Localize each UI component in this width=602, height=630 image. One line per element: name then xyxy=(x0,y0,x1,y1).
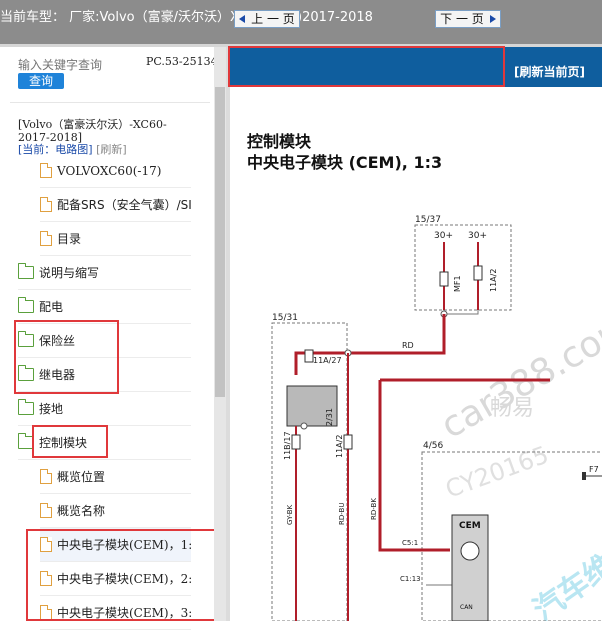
label-231: 2/31 xyxy=(325,408,334,426)
tree-item-srs[interactable]: 配备SRS（安全气囊）/SIPS xyxy=(40,188,191,222)
search-input[interactable] xyxy=(18,58,104,72)
arrow-left-icon xyxy=(239,15,246,23)
tree-item-overview-location[interactable]: 概览位置 xyxy=(40,460,191,494)
tree-item-abbreviations[interactable]: 说明与缩写 xyxy=(18,256,191,290)
tree-item-contents[interactable]: 目录 xyxy=(40,222,191,256)
arrow-right-icon xyxy=(489,15,496,23)
watermark-bottom: 汽车维修 xyxy=(527,530,602,621)
label-11a2-mid: 11A/2 xyxy=(335,435,344,458)
search-button[interactable]: 查询 xyxy=(18,73,64,89)
label-mf1: MF1 xyxy=(453,275,462,292)
folder-icon xyxy=(18,263,34,279)
document-icon xyxy=(40,231,52,246)
fuse-f7 xyxy=(582,472,586,480)
window-title: 当前车型： 厂家:Volvo（富豪/沃尔沃）XC60(New)2017-2018 xyxy=(0,10,373,25)
scrollbar-thumb[interactable] xyxy=(215,87,225,397)
label-rdbu: RD-BU xyxy=(338,503,346,525)
module-box-1531 xyxy=(271,322,348,621)
fuse-11a2-mid xyxy=(343,434,353,450)
highlight-fuses-relays xyxy=(14,320,119,394)
fuse-11b17 xyxy=(291,434,301,450)
sidebar-scrollbar[interactable] xyxy=(214,47,226,621)
fuse-mf1 xyxy=(439,271,449,287)
watermark-domain: car388.com xyxy=(434,305,602,447)
document-icon xyxy=(40,469,52,484)
highlight-cem-items xyxy=(26,529,224,621)
fuse-11a2-top xyxy=(473,265,483,281)
wiring-diagram: car388.com 畅易 CY20165 汽车维修 15/37 15/31 4… xyxy=(271,215,602,621)
refresh-page-link[interactable]: [刷新当前页] xyxy=(514,63,585,80)
tree-item-volvoxc60[interactable]: VOLVOXC60(-17) xyxy=(40,154,191,188)
diagram-title: 中央电子模块 (CEM), 1:3 xyxy=(247,153,443,172)
sidebar-divider xyxy=(10,102,210,103)
highlight-control-modules xyxy=(32,425,108,458)
wire-rdbk xyxy=(378,380,450,552)
document-icon xyxy=(40,197,52,212)
label-1531: 15/31 xyxy=(272,313,298,323)
folder-icon xyxy=(18,399,34,415)
node-relay xyxy=(300,422,308,430)
document-icon xyxy=(40,163,52,178)
transistor-icon xyxy=(460,541,480,561)
watermark-cn: 畅易 xyxy=(490,396,534,421)
label-gybk: GY-BK xyxy=(286,504,294,525)
prev-page-button[interactable]: 上 一 页 xyxy=(234,10,300,28)
label-1537: 15/37 xyxy=(415,215,441,225)
highlight-nav-buttons xyxy=(228,46,505,87)
fuse-box-1537 xyxy=(414,224,512,311)
label-can: CAN xyxy=(460,604,473,611)
label-cem: CEM xyxy=(459,521,481,531)
folder-icon xyxy=(18,297,34,313)
document-icon xyxy=(40,503,52,518)
label-f7: F7 xyxy=(589,465,599,474)
label-c51: C5:1 xyxy=(402,539,418,547)
label-rdbk: RD-BK xyxy=(370,498,378,520)
tree-item-overview-names[interactable]: 概览名称 xyxy=(40,494,191,528)
bridge-line xyxy=(443,310,479,315)
label-rd: RD xyxy=(402,341,414,350)
pc-code: PC.53-25134 xyxy=(146,55,218,68)
label-11a2-top: 11A/2 xyxy=(489,269,498,292)
label-30b: 30+ xyxy=(468,231,487,241)
tree-item-power-distribution[interactable]: 配电 xyxy=(18,290,191,324)
tree-item-ground[interactable]: 接地 xyxy=(18,392,191,426)
watermark-id: CY20165 xyxy=(442,441,552,504)
label-11b17: 11B/17 xyxy=(283,431,292,460)
label-30a: 30+ xyxy=(434,231,453,241)
next-page-button[interactable]: 下 一 页 xyxy=(435,10,501,28)
label-11a27: 11A/27 xyxy=(313,356,342,365)
fuse-11a27 xyxy=(304,349,314,363)
label-c113: C1:13 xyxy=(400,575,421,583)
label-456: 4/56 xyxy=(423,441,443,451)
title-bar: 当前车型： 厂家:Volvo（富豪/沃尔沃）XC60(New)2017-2018 xyxy=(0,0,602,44)
